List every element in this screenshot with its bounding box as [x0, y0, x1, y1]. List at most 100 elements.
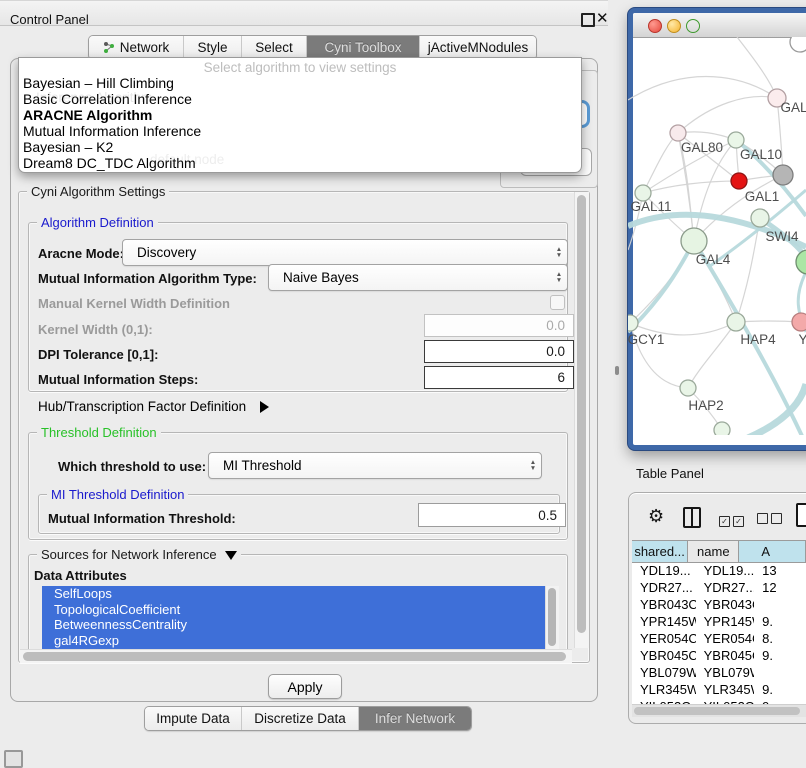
attribute-item-betweennesscentrality[interactable]: BetweennessCentrality	[42, 617, 545, 633]
deselect-all-icon[interactable]	[757, 512, 785, 527]
network-edge[interactable]	[630, 241, 694, 323]
network-edge[interactable]	[678, 96, 777, 133]
attributes-scrollbar[interactable]	[545, 586, 559, 650]
network-edge[interactable]	[694, 140, 736, 241]
table-row[interactable]: YDR27...YDR27...12	[632, 580, 806, 597]
collapse-arrow-icon	[225, 551, 237, 560]
tab-select[interactable]: Select	[242, 36, 307, 59]
sources-title[interactable]: Sources for Network Inference	[37, 547, 241, 562]
network-edge[interactable]	[737, 37, 777, 98]
minimize-light-icon[interactable]	[667, 19, 681, 33]
document-icon[interactable]	[796, 503, 806, 527]
aracne-mode-select[interactable]: Discovery ▲▼	[122, 239, 568, 266]
table-row[interactable]: YER054CYER054C8.	[632, 631, 806, 648]
network-node-gal4[interactable]	[681, 228, 707, 254]
network-node-gcy1[interactable]	[628, 315, 638, 331]
table-cell: YBL079W	[632, 665, 696, 682]
network-node[interactable]	[796, 250, 806, 274]
close-icon[interactable]: ✕	[596, 9, 609, 27]
network-edge[interactable]	[643, 181, 739, 193]
mi-steps-field[interactable]: 6	[424, 366, 574, 389]
node-label-gal10: GAL10	[740, 147, 782, 162]
float-window-icon[interactable]	[581, 13, 595, 27]
table-row[interactable]: YLR345WYLR345W9.	[632, 682, 806, 699]
network-node-y[interactable]	[792, 313, 806, 331]
dpi-tolerance-field[interactable]: 0.0	[424, 340, 574, 363]
attribute-item-gal4rgexp[interactable]: gal4RGexp	[42, 633, 545, 649]
table-horizontal-thumb[interactable]	[634, 707, 800, 715]
data-attributes-list[interactable]: SelfLoopsTopologicalCoefficientBetweenne…	[42, 586, 545, 650]
table-row[interactable]: YPR145WYPR145W9.	[632, 614, 806, 631]
bottom-tab-impute-data[interactable]: Impute Data	[145, 707, 242, 730]
column-header-a[interactable]: A	[739, 541, 806, 562]
corner-widget[interactable]	[4, 750, 23, 768]
network-edge[interactable]	[628, 241, 694, 332]
network-node-gal1[interactable]	[731, 173, 747, 189]
settings-vertical-scrollbar[interactable]	[574, 192, 589, 648]
tab-jactivemnodules[interactable]: jActiveMNodules	[420, 36, 536, 59]
bottom-tab-discretize-data[interactable]: Discretize Data	[242, 707, 359, 730]
attributes-scrollbar-thumb[interactable]	[548, 588, 556, 646]
tab-style[interactable]: Style	[184, 36, 242, 59]
mi-threshold-field[interactable]: 0.5	[418, 503, 566, 527]
table-row[interactable]: YBR043CYBR043C	[632, 597, 806, 614]
settings-horizontal-scrollbar[interactable]	[20, 649, 572, 663]
network-node[interactable]	[714, 422, 730, 435]
settings-horizontal-thumb[interactable]	[23, 652, 566, 661]
tab-cyni-toolbox[interactable]: Cyni Toolbox	[307, 36, 420, 59]
network-node-hap2[interactable]	[680, 380, 696, 396]
network-node[interactable]	[773, 165, 793, 185]
algorithm-option-basic-correlation-inference[interactable]: Basic Correlation Inference	[19, 91, 581, 107]
node-label-hap2: HAP2	[688, 398, 723, 413]
attribute-item-selfloops[interactable]: SelfLoops	[42, 586, 545, 602]
table-panel-title: Table Panel	[636, 466, 704, 481]
network-edge[interactable]	[736, 321, 801, 322]
settings-gear-icon[interactable]: ⚙	[648, 506, 664, 527]
table-row[interactable]: YBL079WYBL079W	[632, 665, 806, 682]
network-window-titlebar[interactable]	[633, 13, 806, 38]
close-light-icon[interactable]	[648, 19, 662, 33]
algorithm-option-aracne-algorithm[interactable]: ARACNE Algorithm	[19, 107, 581, 123]
mi-type-value: Naive Bayes	[269, 270, 551, 285]
which-threshold-select[interactable]: MI Threshold ▲▼	[208, 452, 542, 479]
network-node-gal10[interactable]	[728, 132, 744, 148]
aracne-mode-label: Aracne Mode:	[38, 246, 124, 261]
kernel-width-field[interactable]: 0.0	[424, 314, 574, 337]
zoom-light-icon[interactable]	[686, 19, 700, 33]
splitter-handle[interactable]	[615, 366, 619, 375]
algorithm-option-bayesian-hill-climbing[interactable]: Bayesian – Hill Climbing	[19, 75, 581, 91]
network-edge[interactable]	[736, 218, 760, 322]
select-all-icon[interactable]: ✓✓	[719, 512, 747, 527]
algorithm-option-dream8-dc-tdc-algorithm[interactable]: Dream8 DC_TDC Algorithm	[19, 155, 581, 171]
network-node-swi4[interactable]	[751, 209, 769, 227]
table-cell: 13	[754, 563, 806, 580]
algorithm-option-mutual-information-inference[interactable]: Mutual Information Inference	[19, 123, 581, 139]
network-edge[interactable]	[643, 133, 678, 193]
table-horizontal-scrollbar[interactable]	[632, 704, 806, 717]
network-canvas[interactable]: GALGAL80GAL10GAL1GAL11SWI4GAL4GCY1HAP4YH…	[628, 37, 806, 435]
settings-vertical-thumb[interactable]	[577, 195, 586, 633]
algorithm-option-bayesian-k2[interactable]: Bayesian – K2	[19, 139, 581, 155]
split-panel-icon[interactable]	[683, 507, 701, 528]
table-cell: 12	[754, 580, 806, 597]
network-node-hap4[interactable]	[727, 313, 745, 331]
table-row[interactable]: YDL19...YDL19...13	[632, 563, 806, 580]
threshold-definition-title: Threshold Definition	[37, 425, 161, 440]
tab-network[interactable]: Network	[89, 36, 184, 59]
bottom-tab-infer-network[interactable]: Infer Network	[359, 707, 471, 730]
algorithm-dropdown-popup: Select algorithm to view settings Bayesi…	[18, 57, 582, 173]
column-header-name[interactable]: name	[688, 541, 739, 562]
attribute-item-topologicalcoefficient[interactable]: TopologicalCoefficient	[42, 602, 545, 618]
table-cell: YBR043C	[696, 597, 754, 614]
network-node[interactable]	[790, 37, 806, 52]
apply-button[interactable]: Apply	[268, 674, 342, 699]
hub-factor-expander[interactable]: Hub/Transcription Factor Definition	[38, 399, 269, 414]
manual-kernel-checkbox[interactable]	[550, 295, 565, 310]
network-node-gal80[interactable]	[670, 125, 686, 141]
column-header-shared[interactable]: shared...	[632, 541, 688, 562]
mi-threshold-label: Mutual Information Threshold:	[48, 511, 236, 526]
mi-type-select[interactable]: Naive Bayes ▲▼	[268, 264, 568, 291]
table-row[interactable]: YBR045CYBR045C9.	[632, 648, 806, 665]
network-edge[interactable]	[678, 132, 736, 140]
cyni-algorithm-settings-title: Cyni Algorithm Settings	[27, 184, 169, 199]
